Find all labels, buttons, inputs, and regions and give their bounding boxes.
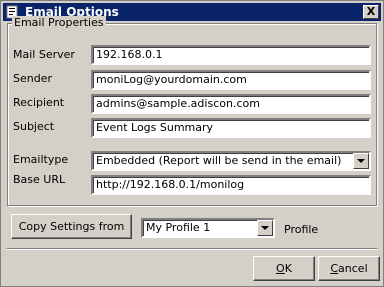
chevron-down-icon[interactable] — [257, 220, 273, 236]
subject-label: Subject — [13, 120, 55, 133]
recipient-value: admins@sample.adiscon.com — [96, 97, 260, 110]
close-button[interactable]: X — [363, 5, 379, 19]
ok-label-rest: K — [284, 262, 292, 275]
emailtype-label: Emailtype — [13, 153, 69, 166]
profile-label: Profile — [284, 223, 319, 236]
mail-server-label: Mail Server — [13, 48, 75, 61]
recipient-label: Recipient — [13, 96, 65, 109]
cancel-label-rest: ancel — [338, 262, 368, 275]
chevron-down-icon[interactable] — [353, 153, 369, 169]
base-url-input[interactable]: http://192.168.0.1/monilog — [91, 175, 371, 195]
sender-label: Sender — [13, 72, 52, 85]
emailtype-value: Embedded (Report will be send in the ema… — [96, 154, 342, 167]
recipient-input[interactable]: admins@sample.adiscon.com — [91, 94, 371, 114]
ok-label-mnemonic: O — [276, 262, 285, 275]
emailtype-select[interactable]: Embedded (Report will be send in the ema… — [91, 151, 371, 171]
sender-value: moniLog@yourdomain.com — [96, 73, 247, 86]
close-icon: X — [366, 5, 376, 18]
cancel-label-mnemonic: C — [330, 262, 339, 275]
footer-divider — [7, 248, 377, 250]
profile-select-value: My Profile 1 — [146, 221, 211, 234]
mail-server-value: 192.168.0.1 — [96, 48, 163, 61]
subject-input[interactable]: Event Logs Summary — [91, 118, 371, 138]
base-url-value: http://192.168.0.1/monilog — [96, 178, 245, 191]
copy-settings-label: Copy Settings from — [18, 220, 125, 233]
copy-settings-button[interactable]: Copy Settings from — [11, 214, 132, 239]
mail-server-input[interactable]: 192.168.0.1 — [91, 45, 371, 65]
group-legend: Email Properties — [12, 16, 106, 29]
ok-button[interactable]: OK — [253, 256, 315, 281]
profile-select[interactable]: My Profile 1 — [141, 218, 275, 238]
cancel-button[interactable]: Cancel — [318, 256, 380, 281]
email-options-dialog: Email Options X Email Properties Mail Se… — [0, 0, 384, 287]
base-url-label: Base URL — [13, 173, 66, 186]
subject-value: Event Logs Summary — [96, 121, 214, 134]
sender-input[interactable]: moniLog@yourdomain.com — [91, 70, 371, 90]
